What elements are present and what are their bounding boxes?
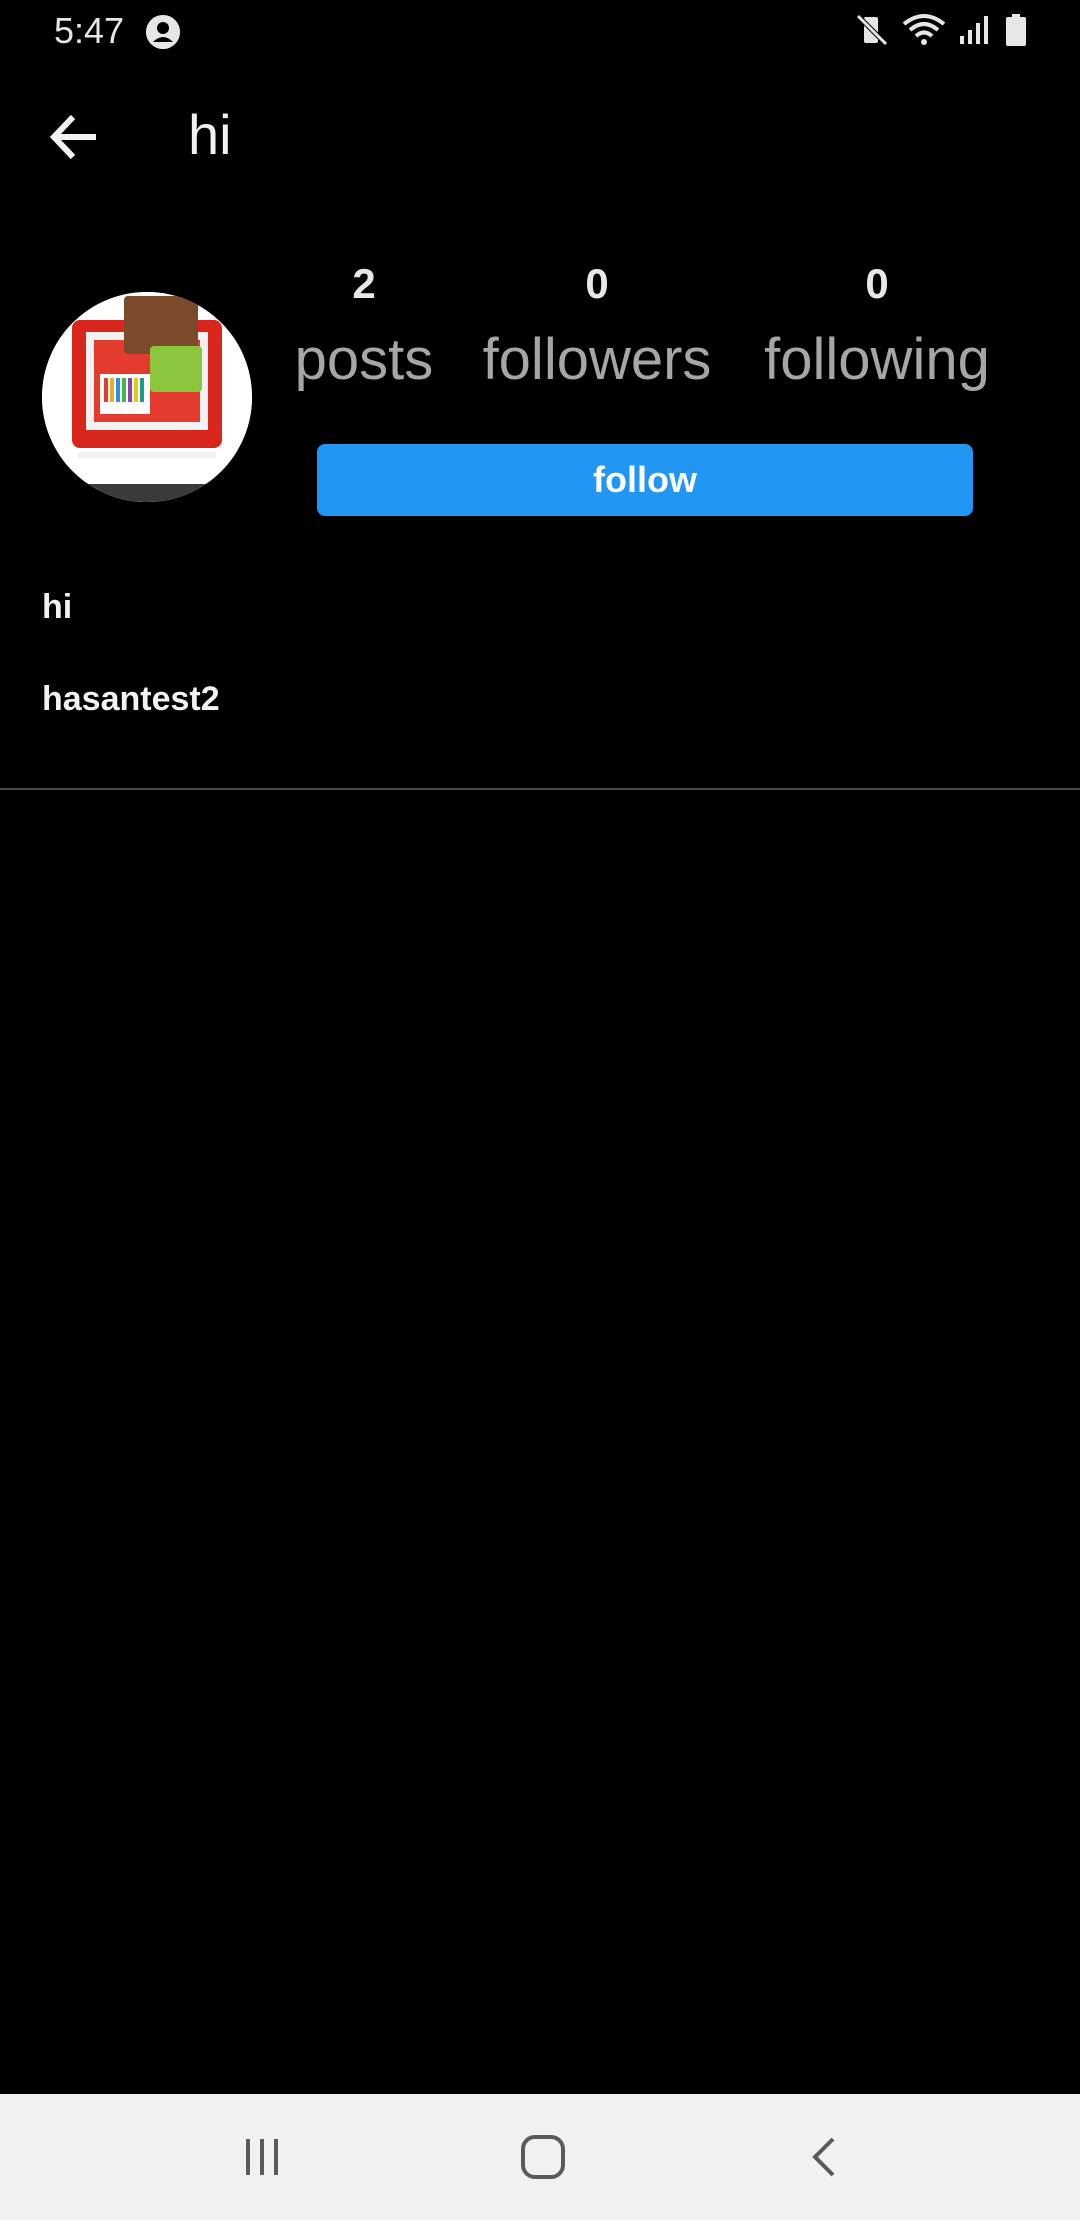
recent-apps-icon bbox=[246, 2139, 278, 2175]
vibrate-mute-icon bbox=[856, 14, 888, 46]
stat-posts[interactable]: 2 posts bbox=[290, 260, 438, 393]
stat-following[interactable]: 0 following bbox=[752, 260, 1002, 393]
nav-back-button[interactable] bbox=[780, 2122, 870, 2192]
home-icon bbox=[521, 2135, 565, 2179]
posts-label: posts bbox=[294, 327, 434, 392]
profile-username: hasantest2 bbox=[42, 680, 220, 718]
profile-picture bbox=[42, 292, 252, 502]
status-icons bbox=[854, 12, 1028, 48]
system-nav-bar bbox=[0, 2094, 1080, 2220]
followers-label: followers bbox=[482, 327, 712, 392]
divider bbox=[0, 788, 1080, 790]
page-title: hi bbox=[188, 103, 232, 166]
arrow-left-icon bbox=[49, 114, 96, 160]
profile-name: hi bbox=[42, 588, 73, 626]
posts-count: 2 bbox=[352, 260, 376, 307]
battery-icon bbox=[1006, 14, 1026, 46]
status-bar: 5:47 bbox=[0, 0, 1080, 62]
account-circle-icon bbox=[146, 15, 180, 49]
following-count: 0 bbox=[865, 260, 889, 307]
signal-icon bbox=[960, 16, 988, 44]
recent-apps-button[interactable] bbox=[217, 2122, 307, 2192]
following-label: following bbox=[764, 327, 990, 392]
back-button[interactable] bbox=[40, 102, 110, 172]
wifi-icon bbox=[902, 14, 946, 45]
status-time: 5:47 bbox=[54, 10, 125, 51]
home-button[interactable] bbox=[498, 2122, 588, 2192]
avatar[interactable] bbox=[42, 292, 252, 502]
follow-button[interactable]: follow bbox=[317, 444, 973, 516]
back-icon bbox=[812, 2137, 835, 2177]
stat-followers[interactable]: 0 followers bbox=[472, 260, 722, 393]
top-app-bar: hi bbox=[0, 62, 1080, 210]
followers-count: 0 bbox=[585, 260, 609, 307]
